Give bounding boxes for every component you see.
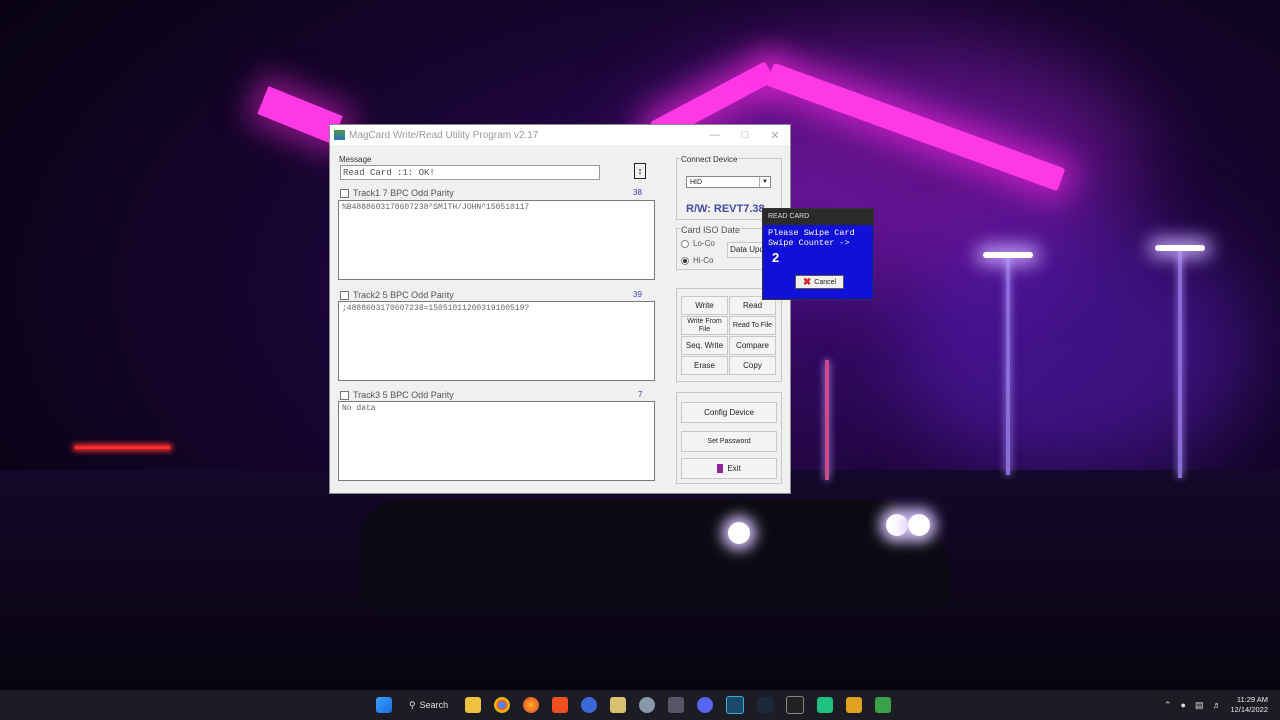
connect-device-label: Connect Device [680, 155, 739, 164]
chevron-up-icon[interactable]: ⌃ [1164, 700, 1172, 711]
read-card-dialog: READ CARD Please Swipe Card Swipe Counte… [762, 208, 874, 300]
write-from-file-button[interactable]: Write From File [681, 316, 728, 335]
device-select[interactable]: HID ▼ [686, 176, 771, 188]
chrome-icon[interactable] [494, 697, 511, 713]
track1-count: 38 [633, 188, 642, 197]
erase-button[interactable]: Erase [681, 356, 728, 375]
system-tray: ⌃ ● ▤ ♬ 11:29 AM 12/14/2022 [1164, 690, 1280, 720]
track3-header: Track3 5 BPC Odd Parity [340, 390, 454, 400]
settings-icon[interactable] [581, 697, 598, 713]
app-icon-4[interactable] [817, 697, 834, 713]
exit-button[interactable]: Exit [681, 458, 777, 479]
device-select-value: HID [690, 179, 703, 186]
app-icon-5[interactable] [846, 697, 863, 713]
track3-checkbox[interactable] [340, 390, 349, 400]
app-icon-2[interactable] [639, 697, 656, 713]
close-icon[interactable]: ✕ [760, 129, 790, 142]
track2-count: 39 [633, 290, 642, 299]
hi-co-radio[interactable]: Hi-Co [681, 256, 713, 265]
track1-header: Track1 7 BPC Odd Parity [340, 188, 454, 198]
track2-checkbox[interactable] [340, 290, 349, 300]
write-button[interactable]: Write [681, 296, 728, 315]
battery-icon: ↕ [634, 163, 646, 179]
taskbar-search[interactable]: ⚲ Search [405, 700, 452, 711]
volume-icon[interactable]: ♬ [1212, 700, 1221, 710]
config-device-button[interactable]: Config Device [681, 402, 777, 423]
seq-write-button[interactable]: Seq. Write [681, 336, 728, 355]
close-icon: ✖ [802, 276, 812, 288]
message-field[interactable]: Read Card :1: OK! [340, 165, 600, 180]
track2-header: Track2 5 BPC Odd Parity [340, 290, 454, 300]
search-icon: ⚲ [409, 699, 416, 710]
track1-label: Track1 7 BPC Odd Parity [353, 188, 454, 198]
taskbar: ⚲ Search ⌃ ● ▤ ♬ 11:29 AM 12/14/2022 [0, 690, 1280, 720]
track1-checkbox[interactable] [340, 188, 349, 198]
app-icon [334, 130, 345, 140]
reader-version: R/W: REVT7.38 [686, 203, 765, 215]
track3-label: Track3 5 BPC Odd Parity [353, 390, 454, 400]
firefox-icon[interactable] [523, 697, 540, 713]
chevron-down-icon: ▼ [759, 177, 770, 187]
track2-data[interactable]: ;4888603170607238=15051011200319100519? [338, 301, 655, 381]
terminal-icon[interactable] [786, 696, 805, 714]
brave-icon[interactable] [552, 697, 569, 713]
track1-data[interactable]: %B4888603170607238^SMITH/JOHN^150510117 [338, 200, 655, 280]
track3-count: 7 [638, 390, 643, 399]
lo-co-radio[interactable]: Lo-Co [681, 239, 715, 248]
start-icon[interactable] [376, 697, 392, 713]
file-explorer-icon[interactable] [465, 697, 482, 713]
swipe-counter-value: 2 [772, 250, 780, 265]
clock[interactable]: 11:29 AM 12/14/2022 [1230, 695, 1268, 715]
maximize-icon[interactable]: □ [730, 129, 760, 142]
set-password-button[interactable]: Set Password [681, 431, 777, 452]
network-icon[interactable]: ▤ [1195, 700, 1204, 711]
track3-data[interactable]: No data [338, 401, 655, 481]
discord-icon[interactable] [697, 697, 714, 713]
microphone-icon[interactable]: ● [1181, 700, 1186, 710]
iso-label: Card ISO Date [680, 225, 742, 235]
swipe-instruction: Please Swipe Card [768, 228, 855, 238]
app-icon-1[interactable] [610, 697, 627, 713]
magcard-taskbar-icon[interactable] [875, 697, 892, 713]
copy-button[interactable]: Copy [729, 356, 776, 375]
swipe-counter-label: Swipe Counter -> [768, 238, 850, 248]
vscode-icon[interactable] [726, 696, 745, 714]
exit-door-icon [717, 464, 724, 473]
window-title: MagCard Write/Read Utility Program v2.17 [349, 129, 539, 141]
message-label: Message [339, 155, 372, 164]
window-titlebar[interactable]: MagCard Write/Read Utility Program v2.17… [330, 125, 790, 145]
app-icon-3[interactable] [668, 697, 685, 713]
compare-button[interactable]: Compare [729, 336, 776, 355]
read-to-file-button[interactable]: Read To File [729, 316, 776, 335]
data-update-button[interactable]: Data Upd [727, 242, 767, 258]
track2-label: Track2 5 BPC Odd Parity [353, 290, 454, 300]
steam-icon[interactable] [757, 697, 774, 713]
minimize-icon[interactable]: — [700, 129, 730, 142]
dialog-title: READ CARD [763, 209, 873, 225]
cancel-button[interactable]: ✖ Cancel [795, 275, 844, 289]
